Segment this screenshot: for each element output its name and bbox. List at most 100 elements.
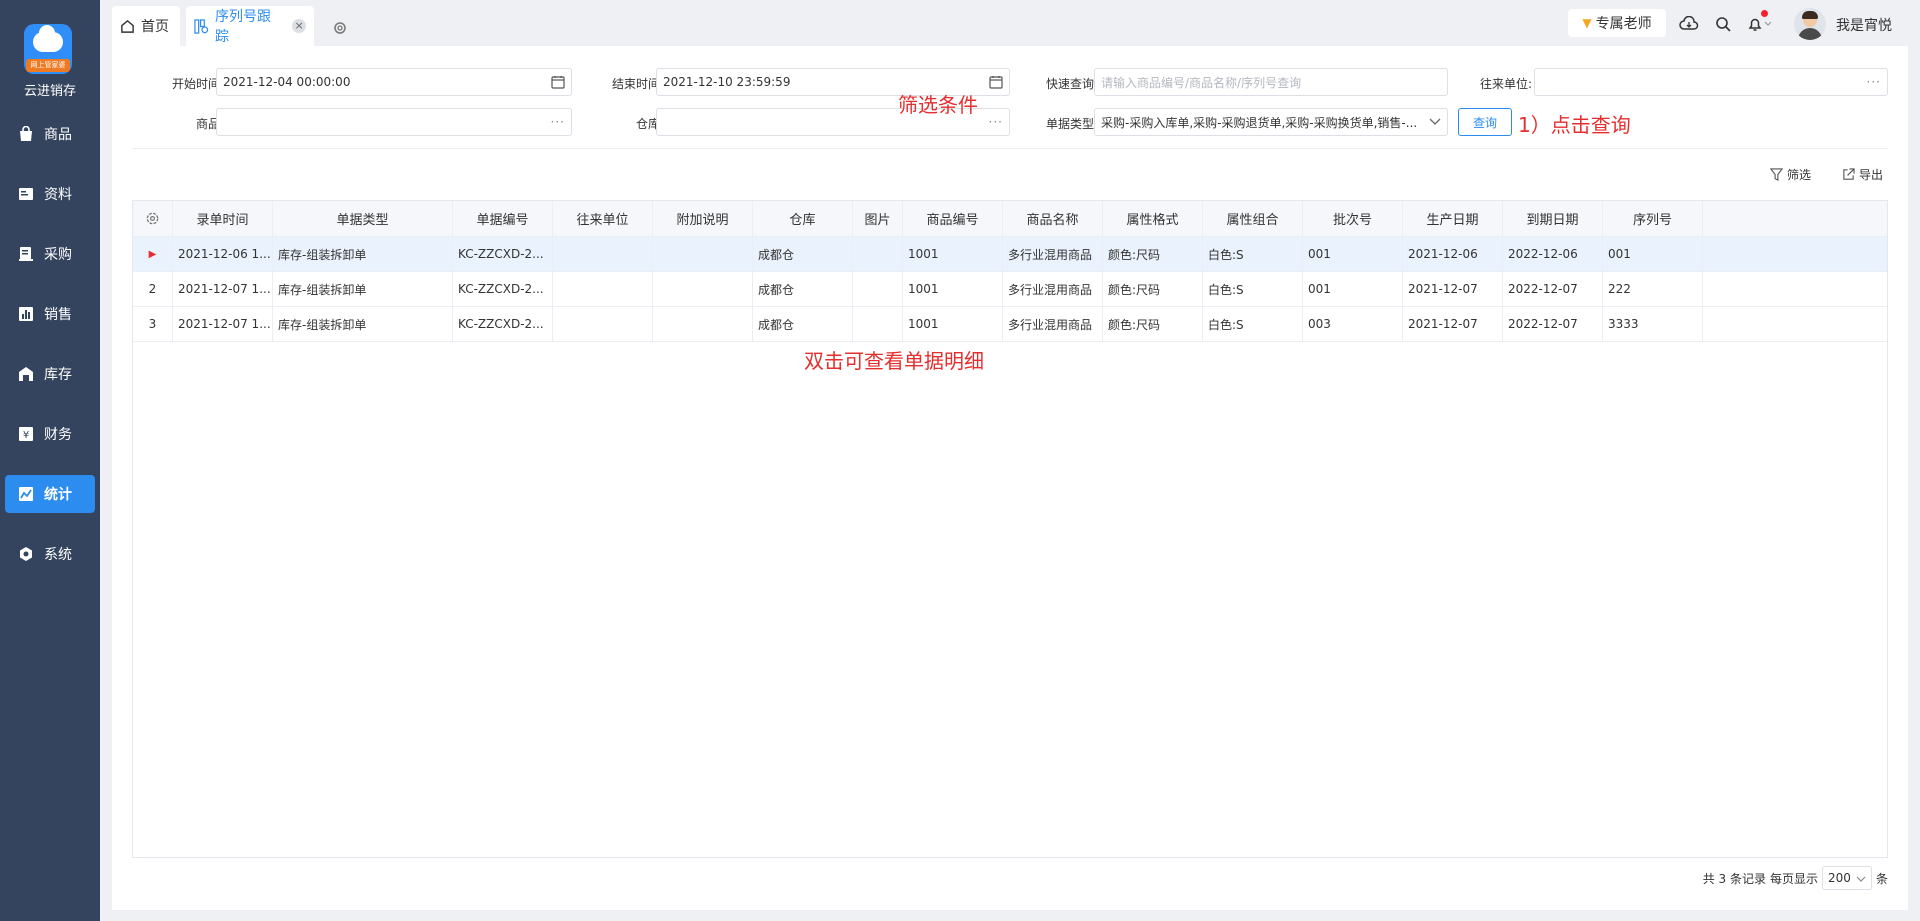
annotation-filter-conditions: 筛选条件 bbox=[898, 93, 978, 117]
more-icon[interactable]: ··· bbox=[551, 115, 565, 129]
funnel-icon bbox=[1770, 168, 1783, 181]
page-size-select[interactable]: 200 bbox=[1821, 866, 1872, 890]
divider bbox=[132, 148, 1888, 149]
column-header[interactable]: 商品名称 bbox=[1003, 201, 1103, 236]
query-button[interactable]: 查询 bbox=[1458, 108, 1512, 136]
total-records: 共 3 条记录 bbox=[1702, 871, 1766, 886]
sidebar-item-label: 采购 bbox=[44, 247, 72, 263]
sidebar-item-products[interactable]: 商品 bbox=[5, 115, 95, 153]
column-settings-gear-icon[interactable] bbox=[133, 201, 173, 236]
start-time-label: 开始时间: bbox=[171, 77, 224, 91]
sidebar-item-purchase[interactable]: 采购 bbox=[5, 235, 95, 273]
tab-serial-tracking[interactable]: 序列号跟踪 × bbox=[186, 6, 314, 46]
export-button[interactable]: 导出 bbox=[1842, 166, 1883, 183]
serial-tracking-icon bbox=[194, 18, 209, 34]
column-header[interactable]: 属性格式 bbox=[1103, 201, 1203, 236]
column-header[interactable]: 生产日期 bbox=[1403, 201, 1503, 236]
serial-tracking-panel: 开始时间: 2021-12-04 00:00:00 结束时间: 2021-12-… bbox=[112, 46, 1908, 910]
table-cell: 1001 bbox=[903, 272, 1003, 306]
column-header[interactable]: 属性组合 bbox=[1203, 201, 1303, 236]
end-time-label: 结束时间: bbox=[611, 77, 664, 91]
chevron-down-icon[interactable] bbox=[1429, 118, 1441, 126]
page-size-unit: 条 bbox=[1875, 871, 1888, 886]
tab-home[interactable]: 首页 bbox=[112, 6, 180, 46]
partner-label: 往来单位: bbox=[1479, 77, 1532, 91]
search-icon[interactable] bbox=[1712, 13, 1734, 35]
table-cell: 3333 bbox=[1603, 307, 1703, 341]
table-cell: 2022-12-07 bbox=[1503, 272, 1603, 306]
column-header[interactable]: 单据编号 bbox=[453, 201, 553, 236]
sidebar-item-inventory[interactable]: 库存 bbox=[5, 355, 95, 393]
column-header[interactable]: 到期日期 bbox=[1503, 201, 1603, 236]
table-cell: 库存-组装拆卸单 bbox=[273, 272, 453, 306]
sidebar-item-label: 统计 bbox=[44, 487, 72, 503]
table-cell bbox=[553, 237, 653, 271]
teacher-label: 专属老师 bbox=[1595, 16, 1652, 32]
table-row[interactable]: ▶ 2021-12-06 1... 库存-组装拆卸单 KC-ZZCXD-2...… bbox=[133, 237, 1887, 272]
table-row[interactable]: 2 2021-12-07 1... 库存-组装拆卸单 KC-ZZCXD-2...… bbox=[133, 272, 1887, 307]
annotation-click-query: 1）点击查询 bbox=[1518, 113, 1631, 137]
trend-icon bbox=[16, 485, 36, 503]
warehouse-label: 仓库: bbox=[635, 117, 664, 131]
exclusive-teacher-button[interactable]: ▼ 专属老师 bbox=[1568, 9, 1666, 37]
quick-search-input[interactable]: 请输入商品编号/商品名称/序列号查询 bbox=[1094, 68, 1448, 96]
sidebar-item-finance[interactable]: ¥ 财务 bbox=[5, 415, 95, 453]
table-cell: 2021-12-07 1... bbox=[173, 272, 273, 306]
table-cell bbox=[653, 272, 753, 306]
column-header[interactable]: 仓库 bbox=[753, 201, 853, 236]
sidebar-item-label: 库存 bbox=[44, 367, 72, 383]
product-field[interactable]: ··· bbox=[216, 108, 572, 136]
table-cell: 222 bbox=[1603, 272, 1703, 306]
close-icon[interactable]: × bbox=[292, 19, 306, 33]
table-cell bbox=[553, 272, 653, 306]
chevron-down-icon[interactable] bbox=[1762, 13, 1774, 35]
sidebar-item-system[interactable]: 系统 bbox=[5, 535, 95, 573]
doctype-select[interactable]: 采购-采购入库单,采购-采购退货单,采购-采购换货单,销售-... bbox=[1094, 108, 1448, 136]
start-time-field[interactable]: 2021-12-04 00:00:00 bbox=[216, 68, 572, 96]
app-logo: 网上管家婆 bbox=[24, 24, 72, 74]
calendar-icon[interactable] bbox=[551, 75, 565, 89]
column-header[interactable]: 附加说明 bbox=[653, 201, 753, 236]
pagination: 共 3 条记录 每页显示 200 条 bbox=[1703, 866, 1888, 890]
column-header[interactable]: 单据类型 bbox=[273, 201, 453, 236]
table-header: 录单时间 单据类型 单据编号 往来单位 附加说明 仓库 图片 商品编号 商品名称… bbox=[133, 201, 1887, 237]
tab-settings-gear-icon[interactable] bbox=[332, 20, 348, 39]
sidebar-item-data[interactable]: 资料 bbox=[5, 175, 95, 213]
avatar[interactable] bbox=[1794, 8, 1826, 40]
table-cell: 2021-12-07 bbox=[1403, 272, 1503, 306]
table-cell: 白色:S bbox=[1203, 237, 1303, 271]
column-header[interactable]: 商品编号 bbox=[903, 201, 1003, 236]
more-icon[interactable]: ··· bbox=[1867, 75, 1881, 89]
calendar-icon[interactable] bbox=[989, 75, 1003, 89]
sidebar-item-sales[interactable]: 销售 bbox=[5, 295, 95, 333]
end-time-value: 2021-12-10 23:59:59 bbox=[663, 75, 791, 89]
partner-field[interactable]: ··· bbox=[1534, 68, 1888, 96]
table-cell bbox=[553, 307, 653, 341]
sidebar-item-label: 商品 bbox=[44, 127, 72, 143]
filter-button[interactable]: 筛选 bbox=[1770, 166, 1811, 183]
table-cell: 多行业混用商品 bbox=[1003, 307, 1103, 341]
sidebar-item-label: 系统 bbox=[44, 547, 72, 563]
table-cell: 多行业混用商品 bbox=[1003, 272, 1103, 306]
table-cell: 2021-12-07 1... bbox=[173, 307, 273, 341]
column-header[interactable]: 序列号 bbox=[1603, 201, 1703, 236]
export-label: 导出 bbox=[1859, 168, 1884, 182]
username[interactable]: 我是宵悦 bbox=[1836, 15, 1892, 35]
tab-serial-label: 序列号跟踪 bbox=[215, 9, 271, 45]
per-page-label: 每页显示 bbox=[1769, 871, 1818, 886]
top-bar: 首页 序列号跟踪 × ▼ 专属老师 我是宵悦 bbox=[100, 0, 1920, 46]
table-cell: 多行业混用商品 bbox=[1003, 237, 1103, 271]
column-header[interactable]: 图片 bbox=[853, 201, 903, 236]
table-row[interactable]: 3 2021-12-07 1... 库存-组装拆卸单 KC-ZZCXD-2...… bbox=[133, 307, 1887, 342]
sidebar-item-statistics[interactable]: 统计 bbox=[5, 475, 95, 513]
column-header[interactable]: 批次号 bbox=[1303, 201, 1403, 236]
table-cell: 2021-12-06 bbox=[1403, 237, 1503, 271]
table-cell bbox=[853, 307, 903, 341]
table-cell: 颜色:尺码 bbox=[1103, 307, 1203, 341]
column-header[interactable]: 往来单位 bbox=[553, 201, 653, 236]
table-cell: 2022-12-07 bbox=[1503, 307, 1603, 341]
cloud-download-icon[interactable] bbox=[1678, 13, 1700, 35]
more-icon[interactable]: ··· bbox=[989, 115, 1003, 129]
purchase-icon bbox=[16, 245, 36, 263]
column-header[interactable]: 录单时间 bbox=[173, 201, 273, 236]
